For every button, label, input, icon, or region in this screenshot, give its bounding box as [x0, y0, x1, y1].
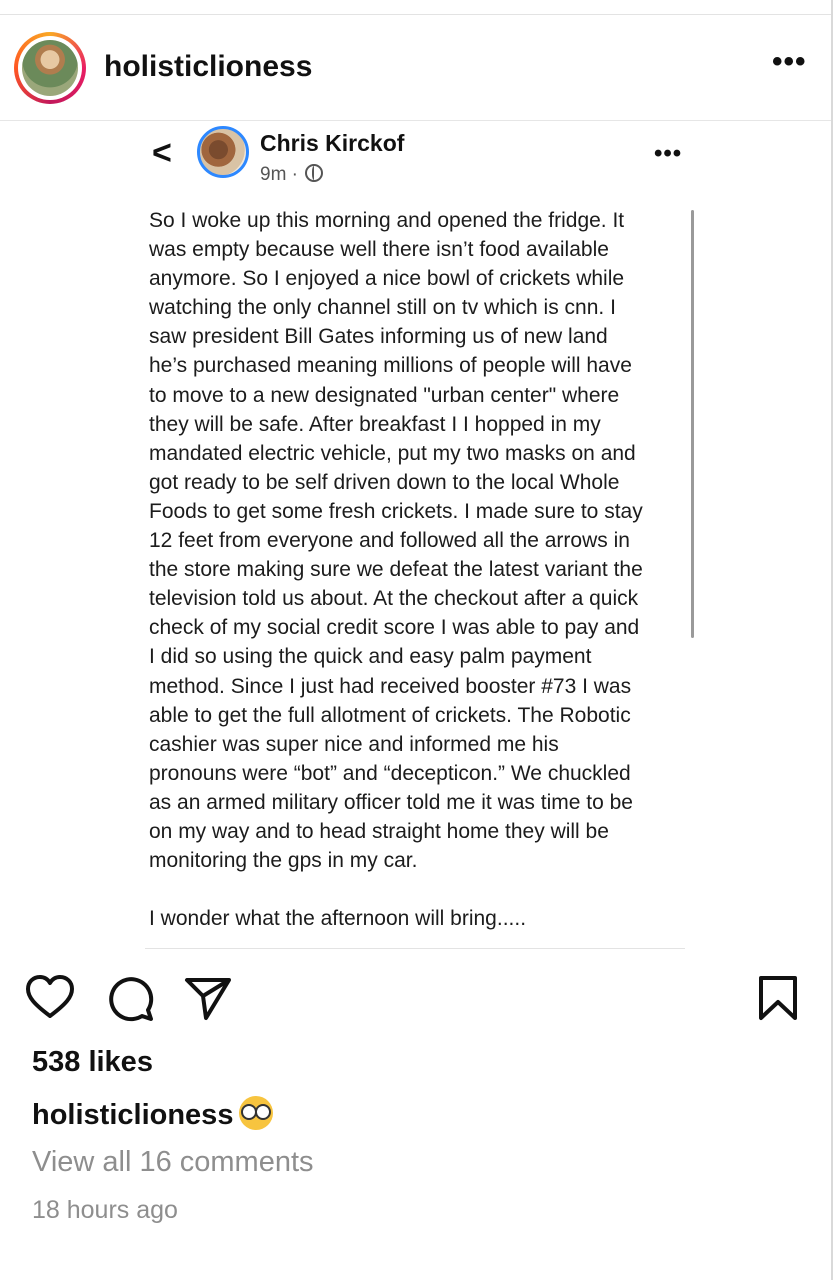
- globe-icon: [305, 164, 324, 182]
- send-icon[interactable]: [182, 972, 234, 1024]
- action-bar: [0, 972, 833, 1032]
- post-time-text: 9m ·: [260, 164, 304, 185]
- header-divider: [0, 120, 833, 121]
- author-name: Chris Kirckof: [260, 130, 405, 156]
- scrollbar: [691, 210, 694, 638]
- embedded-screenshot-post: < Chris Kirckof 9m · ••• So I woke up th…: [140, 122, 700, 952]
- embedded-bottom-divider: [145, 948, 685, 949]
- post-time: 9m ·: [260, 164, 324, 186]
- likes-count[interactable]: 538 likes: [32, 1046, 153, 1079]
- bookmark-icon[interactable]: [752, 972, 804, 1024]
- view-comments-link[interactable]: View all 16 comments: [32, 1146, 314, 1179]
- post-username[interactable]: holisticlioness: [104, 50, 312, 84]
- author-avatar: [197, 126, 249, 178]
- profile-avatar[interactable]: [14, 32, 86, 104]
- more-options-icon[interactable]: •••: [772, 47, 808, 82]
- caption: holisticlioness: [32, 1096, 274, 1132]
- caption-username[interactable]: holisticlioness: [32, 1099, 233, 1131]
- post-header: holisticlioness •••: [0, 16, 833, 120]
- nerd-face-emoji-icon: [239, 1096, 274, 1130]
- post-timestamp: 18 hours ago: [32, 1196, 178, 1224]
- top-divider: [0, 14, 833, 15]
- avatar-photo: [22, 40, 78, 96]
- embedded-more-icon: •••: [654, 140, 683, 167]
- comment-icon[interactable]: [104, 972, 156, 1024]
- heart-icon[interactable]: [24, 972, 76, 1024]
- post-body-text: So I woke up this morning and opened the…: [149, 209, 643, 931]
- back-chevron-icon: <: [152, 134, 172, 172]
